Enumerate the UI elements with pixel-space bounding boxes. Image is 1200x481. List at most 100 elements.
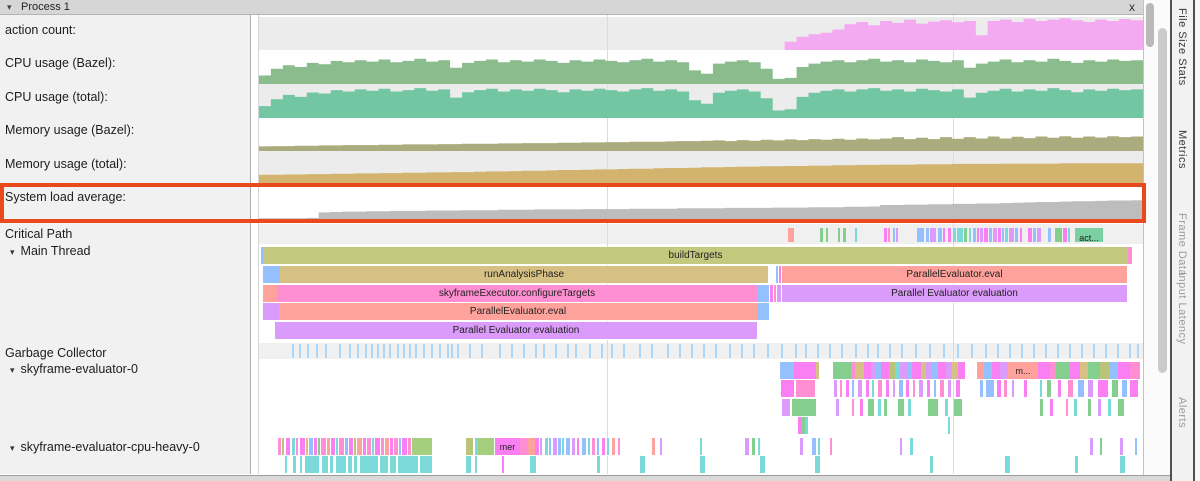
critical-path-tick[interactable] bbox=[938, 228, 942, 242]
gc-tick[interactable] bbox=[997, 344, 999, 358]
skyframe-evaluator-cpu-heavy-0-span[interactable] bbox=[818, 438, 820, 456]
gc-tick[interactable] bbox=[1137, 344, 1139, 358]
skyframe-evaluator-0-span[interactable] bbox=[1068, 380, 1073, 398]
skyframe-evaluator-cpu-heavy-0-span[interactable] bbox=[553, 438, 557, 456]
main-thread-span[interactable] bbox=[770, 285, 773, 303]
inner-scrollbar-thumb[interactable] bbox=[1146, 3, 1154, 47]
skyframe-evaluator-0-span[interactable] bbox=[977, 362, 984, 380]
main-thread-span[interactable]: ParallelEvaluator.eval bbox=[279, 303, 757, 321]
skyframe-evaluator-cpu-heavy-0-span[interactable] bbox=[357, 438, 362, 456]
gc-tick[interactable] bbox=[431, 344, 433, 358]
main-thread-span[interactable]: buildTargets bbox=[263, 247, 1128, 265]
gc-tick[interactable] bbox=[1033, 344, 1035, 358]
critical-path-tick[interactable] bbox=[820, 228, 823, 242]
skyframe-evaluator-cpu-heavy-0-span[interactable] bbox=[345, 438, 348, 456]
critical-path-tick[interactable] bbox=[953, 228, 956, 242]
gc-tick[interactable] bbox=[377, 344, 379, 358]
skyframe-evaluator-cpu-heavy-0-span[interactable] bbox=[572, 438, 575, 456]
gc-tick[interactable] bbox=[767, 344, 769, 358]
gc-tick[interactable] bbox=[817, 344, 819, 358]
skyframe-evaluator-cpu-heavy-0-span[interactable] bbox=[306, 438, 308, 456]
skyframe-evaluator-0-span[interactable] bbox=[878, 380, 882, 398]
skyframe-evaluator-cpu-heavy-0-span[interactable] bbox=[1090, 438, 1093, 456]
skyframe-evaluator-0-span[interactable] bbox=[782, 399, 790, 417]
gc-tick[interactable] bbox=[729, 344, 731, 358]
gc-tick[interactable] bbox=[469, 344, 471, 358]
skyframe-evaluator-cpu-heavy-0-span[interactable] bbox=[412, 438, 432, 456]
critical-path-tick[interactable] bbox=[964, 228, 967, 242]
skyframe-evaluator-0-span[interactable] bbox=[781, 380, 794, 398]
skyframe-evaluator-0-span[interactable] bbox=[852, 380, 854, 398]
skyframe-evaluator-cpu-heavy-0-span[interactable] bbox=[466, 456, 471, 474]
skyframe-evaluator-cpu-heavy-0-span[interactable] bbox=[475, 456, 477, 474]
skyframe-evaluator-0-span[interactable] bbox=[1024, 380, 1027, 398]
skyframe-evaluator-0-span[interactable] bbox=[1040, 380, 1042, 398]
main-thread-span[interactable] bbox=[757, 285, 769, 303]
skyframe-evaluator-0-span[interactable] bbox=[878, 399, 881, 417]
skyframe-evaluator-0-span[interactable] bbox=[852, 399, 854, 417]
gc-tick[interactable] bbox=[447, 344, 449, 358]
critical-path-tick[interactable] bbox=[926, 228, 929, 242]
skyframe-evaluator-cpu-heavy-0-span[interactable] bbox=[321, 438, 326, 456]
gc-tick[interactable] bbox=[555, 344, 557, 358]
gc-tick[interactable] bbox=[589, 344, 591, 358]
skyframe-evaluator-cpu-heavy-0-span[interactable] bbox=[830, 438, 832, 456]
skyframe-evaluator-cpu-heavy-0-span[interactable] bbox=[282, 438, 284, 456]
skyframe-evaluator-0-span[interactable] bbox=[886, 380, 889, 398]
gc-tick[interactable] bbox=[409, 344, 411, 358]
critical-path-tick[interactable] bbox=[1033, 228, 1036, 242]
chart-cpu-usage-bazel[interactable] bbox=[259, 50, 1143, 84]
skyframe-evaluator-0-span[interactable] bbox=[1130, 362, 1140, 380]
gc-tick[interactable] bbox=[383, 344, 385, 358]
skyframe-evaluator-cpu-heavy-0-span[interactable] bbox=[360, 456, 378, 474]
skyframe-evaluator-0-span[interactable] bbox=[900, 362, 907, 380]
gc-tick[interactable] bbox=[457, 344, 459, 358]
critical-path-tick[interactable] bbox=[969, 228, 971, 242]
chart-memory-usage-bazel[interactable] bbox=[259, 118, 1143, 151]
skyframe-evaluator-0-span[interactable] bbox=[1004, 380, 1007, 398]
gc-tick[interactable] bbox=[957, 344, 959, 358]
skyframe-evaluator-cpu-heavy-0-span[interactable] bbox=[398, 456, 418, 474]
skyframe-evaluator-cpu-heavy-0-span[interactable] bbox=[800, 438, 803, 456]
gc-tick[interactable] bbox=[307, 344, 309, 358]
skyframe-evaluator-0-span[interactable] bbox=[1070, 362, 1080, 380]
critical-path-tick[interactable] bbox=[1028, 228, 1032, 242]
skyframe-evaluator-0-span[interactable] bbox=[836, 399, 839, 417]
skyframe-evaluator-cpu-heavy-0-span[interactable] bbox=[390, 456, 396, 474]
skyframe-evaluator-0-span[interactable] bbox=[1000, 362, 1008, 380]
close-icon[interactable]: x bbox=[1124, 0, 1140, 15]
gc-tick[interactable] bbox=[1069, 344, 1071, 358]
skyframe-evaluator-0-span[interactable] bbox=[1108, 399, 1111, 417]
gc-tick[interactable] bbox=[915, 344, 917, 358]
skyframe-evaluator-0-span[interactable] bbox=[1100, 362, 1110, 380]
skyframe-evaluator-cpu-heavy-0-span[interactable] bbox=[1120, 456, 1125, 474]
critical-path-tick[interactable] bbox=[1055, 228, 1062, 242]
critical-path-tick[interactable] bbox=[838, 228, 840, 242]
skyframe-evaluator-0-span[interactable] bbox=[840, 380, 842, 398]
main-thread-span[interactable] bbox=[263, 285, 277, 303]
gc-tick[interactable] bbox=[439, 344, 441, 358]
critical-path-tick[interactable] bbox=[855, 228, 857, 242]
skyframe-evaluator-cpu-heavy-0-span[interactable] bbox=[296, 438, 298, 456]
skyframe-evaluator-cpu-heavy-0-span[interactable] bbox=[592, 438, 595, 456]
skyframe-evaluator-0-span[interactable] bbox=[1038, 362, 1050, 380]
gc-tick[interactable] bbox=[805, 344, 807, 358]
gc-tick[interactable] bbox=[985, 344, 987, 358]
skyframe-evaluator-0-span[interactable] bbox=[1122, 380, 1127, 398]
skyframe-evaluator-0-span[interactable]: m... bbox=[1008, 362, 1038, 380]
skyframe-evaluator-cpu-heavy-0-span[interactable] bbox=[602, 438, 605, 456]
skyframe-evaluator-cpu-heavy-0-span[interactable] bbox=[300, 438, 305, 456]
gc-tick[interactable] bbox=[339, 344, 341, 358]
skyframe-evaluator-0-span[interactable] bbox=[833, 362, 851, 380]
skyframe-evaluator-cpu-heavy-0-span[interactable] bbox=[1135, 438, 1137, 456]
skyframe-evaluator-0-span[interactable] bbox=[992, 362, 1000, 380]
skyframe-evaluator-cpu-heavy-0-span[interactable] bbox=[381, 438, 384, 456]
gc-tick[interactable] bbox=[855, 344, 857, 358]
skyframe-evaluator-cpu-heavy-0-span[interactable] bbox=[520, 438, 528, 456]
gc-tick[interactable] bbox=[349, 344, 351, 358]
skyframe-evaluator-cpu-heavy-0-span[interactable] bbox=[1005, 456, 1010, 474]
skyframe-evaluator-cpu-heavy-0-span[interactable] bbox=[314, 438, 317, 456]
skyframe-evaluator-0-span[interactable] bbox=[1118, 362, 1130, 380]
skyframe-evaluator-0-span[interactable] bbox=[780, 362, 794, 380]
gc-tick[interactable] bbox=[415, 344, 417, 358]
